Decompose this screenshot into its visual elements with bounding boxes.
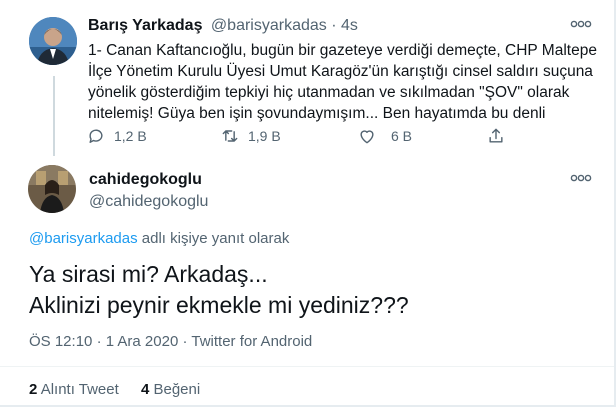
more-options-icon[interactable]: [570, 170, 592, 186]
like-icon: [360, 130, 374, 144]
reply-to-suffix: adlı kişiye yanıt olarak: [137, 230, 290, 247]
likes-count: 4: [140, 381, 150, 398]
reply-button[interactable]: 1,2 B: [86, 126, 147, 146]
tweet1-line: 1- Canan Kaftancıoğlu, bugün bir gazetey…: [88, 42, 597, 59]
like-count: 6 B: [391, 128, 413, 144]
tweet-source[interactable]: Twitter for Android: [191, 333, 312, 350]
tweet-date[interactable]: 1 Ara 2020: [106, 333, 179, 350]
tweet1-header: Barış Yarkadaş @barisyarkadas · 4s: [88, 17, 358, 35]
user-handle[interactable]: @barisyarkadas: [211, 17, 327, 34]
quote-label: Alıntı Tweet: [40, 381, 119, 398]
tweet2-line: Ya sirasi mi? Arkadaş...: [29, 261, 268, 287]
display-name[interactable]: cahidegokoglu: [89, 171, 202, 189]
replying-to: @barisyarkadas adlı kişiye yanıt olarak: [29, 230, 289, 247]
tweet1-line: İlçe Yönetim Kurulu Üyesi Umut Karagöz'ü…: [88, 63, 593, 80]
likes-label: Beğeni: [153, 381, 201, 398]
user-handle[interactable]: @cahidegokoglu: [89, 193, 208, 211]
quote-count: 2: [29, 381, 38, 398]
tweet-time[interactable]: 4s: [341, 17, 358, 34]
more-options-icon[interactable]: [570, 16, 592, 32]
tweet-time[interactable]: ÖS 12:10: [29, 333, 92, 350]
thread-connector: [53, 76, 55, 156]
engagement-stats: 2 Alıntı Tweet 4 Beğeni: [29, 381, 200, 398]
reply-icon: [89, 129, 103, 143]
tweet2-text: Ya sirasi mi? Arkadaş... Aklinizi peynir…: [29, 259, 409, 321]
reply-to-link[interactable]: @barisyarkadas: [29, 230, 138, 247]
separator-dot: ·: [182, 333, 188, 350]
avatar-cahidegokoglu[interactable]: [28, 165, 76, 213]
avatar-barisyarkadas[interactable]: [29, 17, 77, 65]
share-button[interactable]: [486, 126, 506, 146]
retweet-icon: [222, 130, 238, 142]
retweet-button[interactable]: 1,9 B: [220, 126, 281, 146]
quote-tweet-stat[interactable]: 2 Alıntı Tweet: [29, 381, 119, 398]
separator-dot: ·: [331, 17, 337, 34]
tweet-metadata: ÖS 12:10 · 1 Ara 2020 · Twitter for Andr…: [29, 333, 312, 350]
tweet1-line: nitelemiş! Güya ben işin şovundaymışım..…: [88, 105, 546, 122]
divider: [0, 366, 614, 367]
like-button[interactable]: 6 B: [357, 126, 412, 146]
tweet1-line: yönelik gösterdiğim tepkiyi hiç utanmada…: [88, 84, 570, 101]
retweet-count: 1,9 B: [248, 128, 281, 144]
share-icon: [489, 128, 503, 143]
tweet2-line: Aklinizi peynir ekmekle mi yediniz???: [29, 292, 409, 318]
likes-stat[interactable]: 4 Beğeni: [141, 381, 200, 398]
display-name[interactable]: Barış Yarkadaş: [88, 17, 202, 34]
reply-count: 1,2 B: [114, 128, 147, 144]
separator-dot: ·: [96, 333, 102, 350]
